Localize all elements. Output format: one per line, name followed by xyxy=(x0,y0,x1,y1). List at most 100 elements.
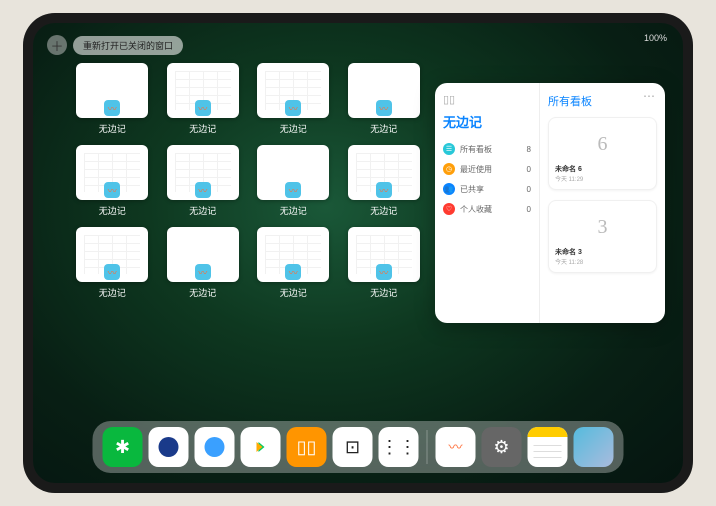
thumb-label: 无边记 xyxy=(99,286,126,299)
thumb-preview xyxy=(76,145,148,200)
thumb-label: 无边记 xyxy=(99,122,126,135)
new-window-button[interactable]: ＋ xyxy=(47,35,67,55)
more-icon[interactable]: ⋯ xyxy=(643,89,655,103)
dock-app-folder[interactable] xyxy=(574,427,614,467)
dock-app-nodes[interactable]: ⋮⋮ xyxy=(379,427,419,467)
freeform-app-icon xyxy=(285,100,301,116)
sidebar-item-count: 0 xyxy=(527,165,531,174)
window-thumb[interactable]: 无边记 xyxy=(345,227,424,299)
window-thumb[interactable]: 无边记 xyxy=(164,145,243,217)
window-thumb[interactable]: 无边记 xyxy=(345,63,424,135)
freeform-app-icon xyxy=(376,264,392,280)
sidebar-toggle-icon[interactable]: ▯▯ xyxy=(443,93,531,106)
stage-manager-grid: 无边记无边记无边记无边记无边记无边记无边记无边记无边记无边记无边记无边记 xyxy=(73,63,423,409)
dock-app-notes[interactable] xyxy=(528,427,568,467)
fav-icon: ♡ xyxy=(443,203,455,215)
thumb-preview xyxy=(167,227,239,282)
window-thumb[interactable]: 无边记 xyxy=(73,63,152,135)
window-thumb[interactable]: 无边记 xyxy=(345,145,424,217)
thumb-label: 无边记 xyxy=(189,286,216,299)
window-thumb[interactable]: 无边记 xyxy=(254,145,333,217)
dock-app-books[interactable]: ▯▯ xyxy=(287,427,327,467)
sidebar-item-fav[interactable]: ♡ 个人收藏 0 xyxy=(443,199,531,219)
freeform-app-icon xyxy=(195,264,211,280)
reopen-closed-window-button[interactable]: 重新打开已关闭的窗口 xyxy=(73,36,183,55)
top-bar: ＋ 重新打开已关闭的窗口 xyxy=(47,35,183,55)
recent-icon: ◷ xyxy=(443,163,455,175)
thumb-label: 无边记 xyxy=(189,122,216,135)
freeform-app-icon xyxy=(285,264,301,280)
panel-right-title: 所有看板 xyxy=(548,93,657,109)
window-thumb[interactable]: 无边记 xyxy=(73,145,152,217)
sidebar-item-all[interactable]: ☰ 所有看板 8 xyxy=(443,139,531,159)
panel-content: 所有看板 6未命名 6今天 11:29 3未命名 3今天 11:28 xyxy=(540,83,665,323)
dock: ✱ ▯▯⊡⋮⋮ 〰⚙ xyxy=(93,421,624,473)
thumb-preview xyxy=(348,227,420,282)
window-thumb[interactable]: 无边记 xyxy=(164,63,243,135)
freeform-app-icon xyxy=(195,182,211,198)
thumb-preview xyxy=(348,145,420,200)
freeform-app-icon xyxy=(376,182,392,198)
thumb-preview xyxy=(348,63,420,118)
sidebar-item-label: 最近使用 xyxy=(460,164,492,175)
dock-app-blue2[interactable] xyxy=(195,427,235,467)
board-name: 未命名 3 xyxy=(555,247,650,257)
thumb-label: 无边记 xyxy=(280,122,307,135)
freeform-app-icon xyxy=(104,100,120,116)
board-card[interactable]: 3未命名 3今天 11:28 xyxy=(548,200,657,273)
dock-separator xyxy=(427,430,428,464)
thumb-preview xyxy=(257,227,329,282)
sidebar-item-label: 已共享 xyxy=(460,184,484,195)
board-card[interactable]: 6未命名 6今天 11:29 xyxy=(548,117,657,190)
board-preview: 6 xyxy=(555,124,650,164)
board-preview: 3 xyxy=(555,207,650,247)
thumb-preview xyxy=(257,63,329,118)
dock-app-wechat[interactable]: ✱ xyxy=(103,427,143,467)
thumb-label: 无边记 xyxy=(280,286,307,299)
thumb-preview xyxy=(76,227,148,282)
freeform-app-icon xyxy=(104,182,120,198)
board-date: 今天 11:29 xyxy=(555,174,650,183)
freeform-app-icon xyxy=(376,100,392,116)
thumb-label: 无边记 xyxy=(370,122,397,135)
dock-app-play[interactable] xyxy=(241,427,281,467)
panel-sidebar: ▯▯ 无边记 ☰ 所有看板 8 ◷ 最近使用 0 👥 已共享 0 ♡ 个人收藏 0 xyxy=(435,83,540,323)
thumb-label: 无边记 xyxy=(370,204,397,217)
window-thumb[interactable]: 无边记 xyxy=(164,227,243,299)
ipad-device: 100% ＋ 重新打开已关闭的窗口 无边记无边记无边记无边记无边记无边记无边记无… xyxy=(23,13,693,493)
window-thumb[interactable]: 无边记 xyxy=(73,227,152,299)
freeform-app-icon xyxy=(285,182,301,198)
thumb-label: 无边记 xyxy=(370,286,397,299)
board-name: 未命名 6 xyxy=(555,164,650,174)
sidebar-item-label: 所有看板 xyxy=(460,144,492,155)
sidebar-item-count: 0 xyxy=(527,185,531,194)
reopen-label: 重新打开已关闭的窗口 xyxy=(83,41,173,51)
thumb-label: 无边记 xyxy=(189,204,216,217)
sidebar-item-recent[interactable]: ◷ 最近使用 0 xyxy=(443,159,531,179)
sidebar-item-count: 8 xyxy=(527,145,531,154)
freeform-app-icon xyxy=(104,264,120,280)
shared-icon: 👥 xyxy=(443,183,455,195)
freeform-app-icon xyxy=(195,100,211,116)
thumb-label: 无边记 xyxy=(280,204,307,217)
thumb-preview xyxy=(167,145,239,200)
app-title: 无边记 xyxy=(443,112,531,131)
board-date: 今天 11:28 xyxy=(555,257,650,266)
dock-app-dice[interactable]: ⊡ xyxy=(333,427,373,467)
freeform-panel[interactable]: ⋯ ▯▯ 无边记 ☰所有看板8◷最近使用0👥已共享0♡个人收藏0 所有看板 6未… xyxy=(435,83,665,323)
all-icon: ☰ xyxy=(443,143,455,155)
sidebar-item-shared[interactable]: 👥 已共享 0 xyxy=(443,179,531,199)
dock-app-freeform[interactable]: 〰 xyxy=(436,427,476,467)
dock-app-settings[interactable]: ⚙ xyxy=(482,427,522,467)
thumb-preview xyxy=(76,63,148,118)
window-thumb[interactable]: 无边记 xyxy=(254,227,333,299)
thumb-preview xyxy=(257,145,329,200)
sidebar-item-label: 个人收藏 xyxy=(460,204,492,215)
screen: 100% ＋ 重新打开已关闭的窗口 无边记无边记无边记无边记无边记无边记无边记无… xyxy=(33,23,683,483)
thumb-label: 无边记 xyxy=(99,204,126,217)
dock-app-blue1[interactable] xyxy=(149,427,189,467)
sidebar-item-count: 0 xyxy=(527,205,531,214)
thumb-preview xyxy=(167,63,239,118)
status-battery: 100% xyxy=(644,33,667,43)
window-thumb[interactable]: 无边记 xyxy=(254,63,333,135)
